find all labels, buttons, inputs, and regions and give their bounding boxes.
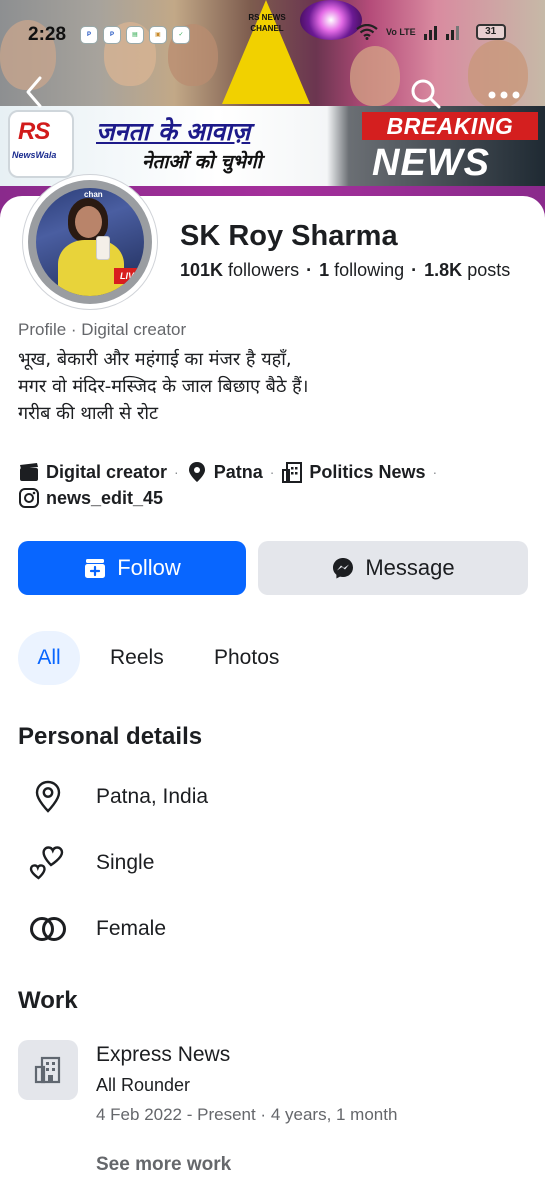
messenger-icon bbox=[333, 558, 354, 579]
tab-photos[interactable]: Photos bbox=[214, 631, 279, 685]
notification-icon: ▤ bbox=[126, 26, 144, 44]
location-text[interactable]: Patna bbox=[214, 462, 263, 483]
dot-separator: · bbox=[174, 464, 179, 480]
message-button[interactable]: Message bbox=[258, 541, 528, 595]
follow-button[interactable]: Follow bbox=[18, 541, 246, 595]
signal-icon bbox=[423, 26, 459, 40]
location-pin-icon bbox=[188, 462, 205, 482]
package-icon: ▣ bbox=[149, 26, 167, 44]
bio-line: गरीब की थाली से रोट bbox=[18, 403, 159, 424]
cover-logo-subtext: NewsWala bbox=[12, 150, 57, 160]
more-icon bbox=[488, 91, 520, 99]
clapperboard-icon bbox=[20, 463, 38, 481]
cover-logo-text: RS bbox=[18, 118, 50, 145]
instagram-icon bbox=[19, 488, 39, 508]
shield-icon: ✓ bbox=[172, 26, 190, 44]
bio-line: भूख, बेकारी और महंगाई का मंजर है यहाँ, bbox=[18, 349, 292, 370]
instagram-handle[interactable]: news_edit_45 bbox=[46, 488, 163, 509]
status-time: 2:28 bbox=[28, 24, 67, 45]
battery-indicator: 31 bbox=[475, 24, 506, 40]
paytm-icon: P bbox=[80, 26, 98, 44]
following-label: following bbox=[334, 260, 405, 280]
chevron-left-icon bbox=[26, 76, 42, 108]
status-app-icons: P P ▤ ▣ ✓ bbox=[80, 26, 190, 44]
wifi-icon bbox=[356, 24, 378, 40]
more-options-button[interactable] bbox=[484, 80, 524, 110]
bio-line: मगर वो मंदिर-मस्जिद के जाल बिछाए बैठे है… bbox=[18, 376, 309, 397]
cover-badge-text: RS NEWS CHANEL bbox=[248, 13, 286, 33]
network-label: Vo LTE bbox=[386, 27, 416, 37]
followers-stat[interactable]: 101K followers bbox=[180, 260, 299, 280]
posts-count: 1.8K bbox=[424, 260, 463, 280]
building-icon bbox=[282, 462, 303, 483]
follow-icon bbox=[85, 559, 106, 578]
detail-row-location: Patna, India bbox=[28, 777, 208, 817]
personal-details-title: Personal details bbox=[18, 723, 203, 750]
detail-gender-text: Female bbox=[96, 917, 167, 940]
avatar-photo[interactable]: chan LIV bbox=[36, 188, 144, 296]
cover-headline: जनता के आवाज़ bbox=[96, 117, 251, 146]
work-company[interactable]: Express News bbox=[96, 1043, 230, 1067]
cover-breaking-label: BREAKING bbox=[362, 112, 538, 140]
work-title: Work bbox=[18, 987, 78, 1014]
rings-icon bbox=[28, 909, 68, 949]
tab-reels[interactable]: Reels bbox=[110, 631, 164, 685]
following-count: 1 bbox=[319, 260, 330, 280]
work-role: All Rounder bbox=[96, 1075, 191, 1095]
dot-separator: · bbox=[411, 260, 418, 280]
building-icon bbox=[34, 1056, 61, 1084]
paytm-business-icon: P bbox=[103, 26, 121, 44]
cover-news-label: NEWS bbox=[372, 142, 490, 184]
avatar-face bbox=[75, 206, 102, 238]
posts-stat[interactable]: 1.8K posts bbox=[424, 260, 510, 280]
followers-count: 101K bbox=[180, 260, 224, 280]
posts-label: posts bbox=[467, 260, 511, 280]
dot-separator: · bbox=[306, 260, 313, 280]
profile-stats: 101K followers · 1 following · 1.8K posts bbox=[180, 260, 510, 281]
avatar-phone bbox=[96, 236, 110, 260]
profile-meta-row: news_edit_45 bbox=[18, 487, 163, 509]
message-label: Message bbox=[365, 555, 455, 580]
followers-label: followers bbox=[228, 260, 300, 280]
tab-all[interactable]: All bbox=[18, 631, 80, 685]
see-more-work-link[interactable]: See more work bbox=[96, 1154, 231, 1176]
detail-row-gender: Female bbox=[28, 909, 166, 949]
detail-location-text: Patna, India bbox=[96, 785, 209, 808]
hearts-icon bbox=[28, 843, 68, 883]
status-indicators: Vo LTE 31 bbox=[356, 24, 506, 40]
detail-relationship-text: Single bbox=[96, 851, 155, 874]
profile-meta-row: Digital creator · Patna · Politics News … bbox=[18, 461, 444, 483]
follow-label: Follow bbox=[117, 555, 181, 580]
profile-name: SK Roy Sharma bbox=[180, 220, 398, 252]
following-stat[interactable]: 1 following bbox=[319, 260, 404, 280]
work-dates: 4 Feb 2022 - Present · 4 years, 1 month bbox=[96, 1105, 398, 1124]
profile-kind: Profile · Digital creator bbox=[18, 320, 187, 339]
location-pin-icon bbox=[28, 777, 68, 817]
profile-bio[interactable]: भूख, बेकारी और महंगाई का मंजर है यहाँ, म… bbox=[18, 346, 528, 427]
avatar-live-badge: LIV bbox=[114, 268, 140, 284]
category-text[interactable]: Digital creator bbox=[46, 462, 167, 483]
cover-burst bbox=[300, 0, 362, 40]
detail-row-relationship: Single bbox=[28, 843, 154, 883]
cover-tagline: नेताओं को चुभेगी bbox=[142, 151, 262, 173]
search-icon bbox=[411, 79, 441, 109]
back-button[interactable] bbox=[20, 74, 50, 110]
work-icon-box[interactable] bbox=[18, 1040, 78, 1100]
search-button[interactable] bbox=[410, 78, 442, 110]
dot-separator: · bbox=[269, 464, 275, 480]
dot-separator: · bbox=[432, 464, 438, 480]
cover-face bbox=[350, 46, 400, 106]
page-category-text[interactable]: Politics News bbox=[309, 462, 425, 483]
